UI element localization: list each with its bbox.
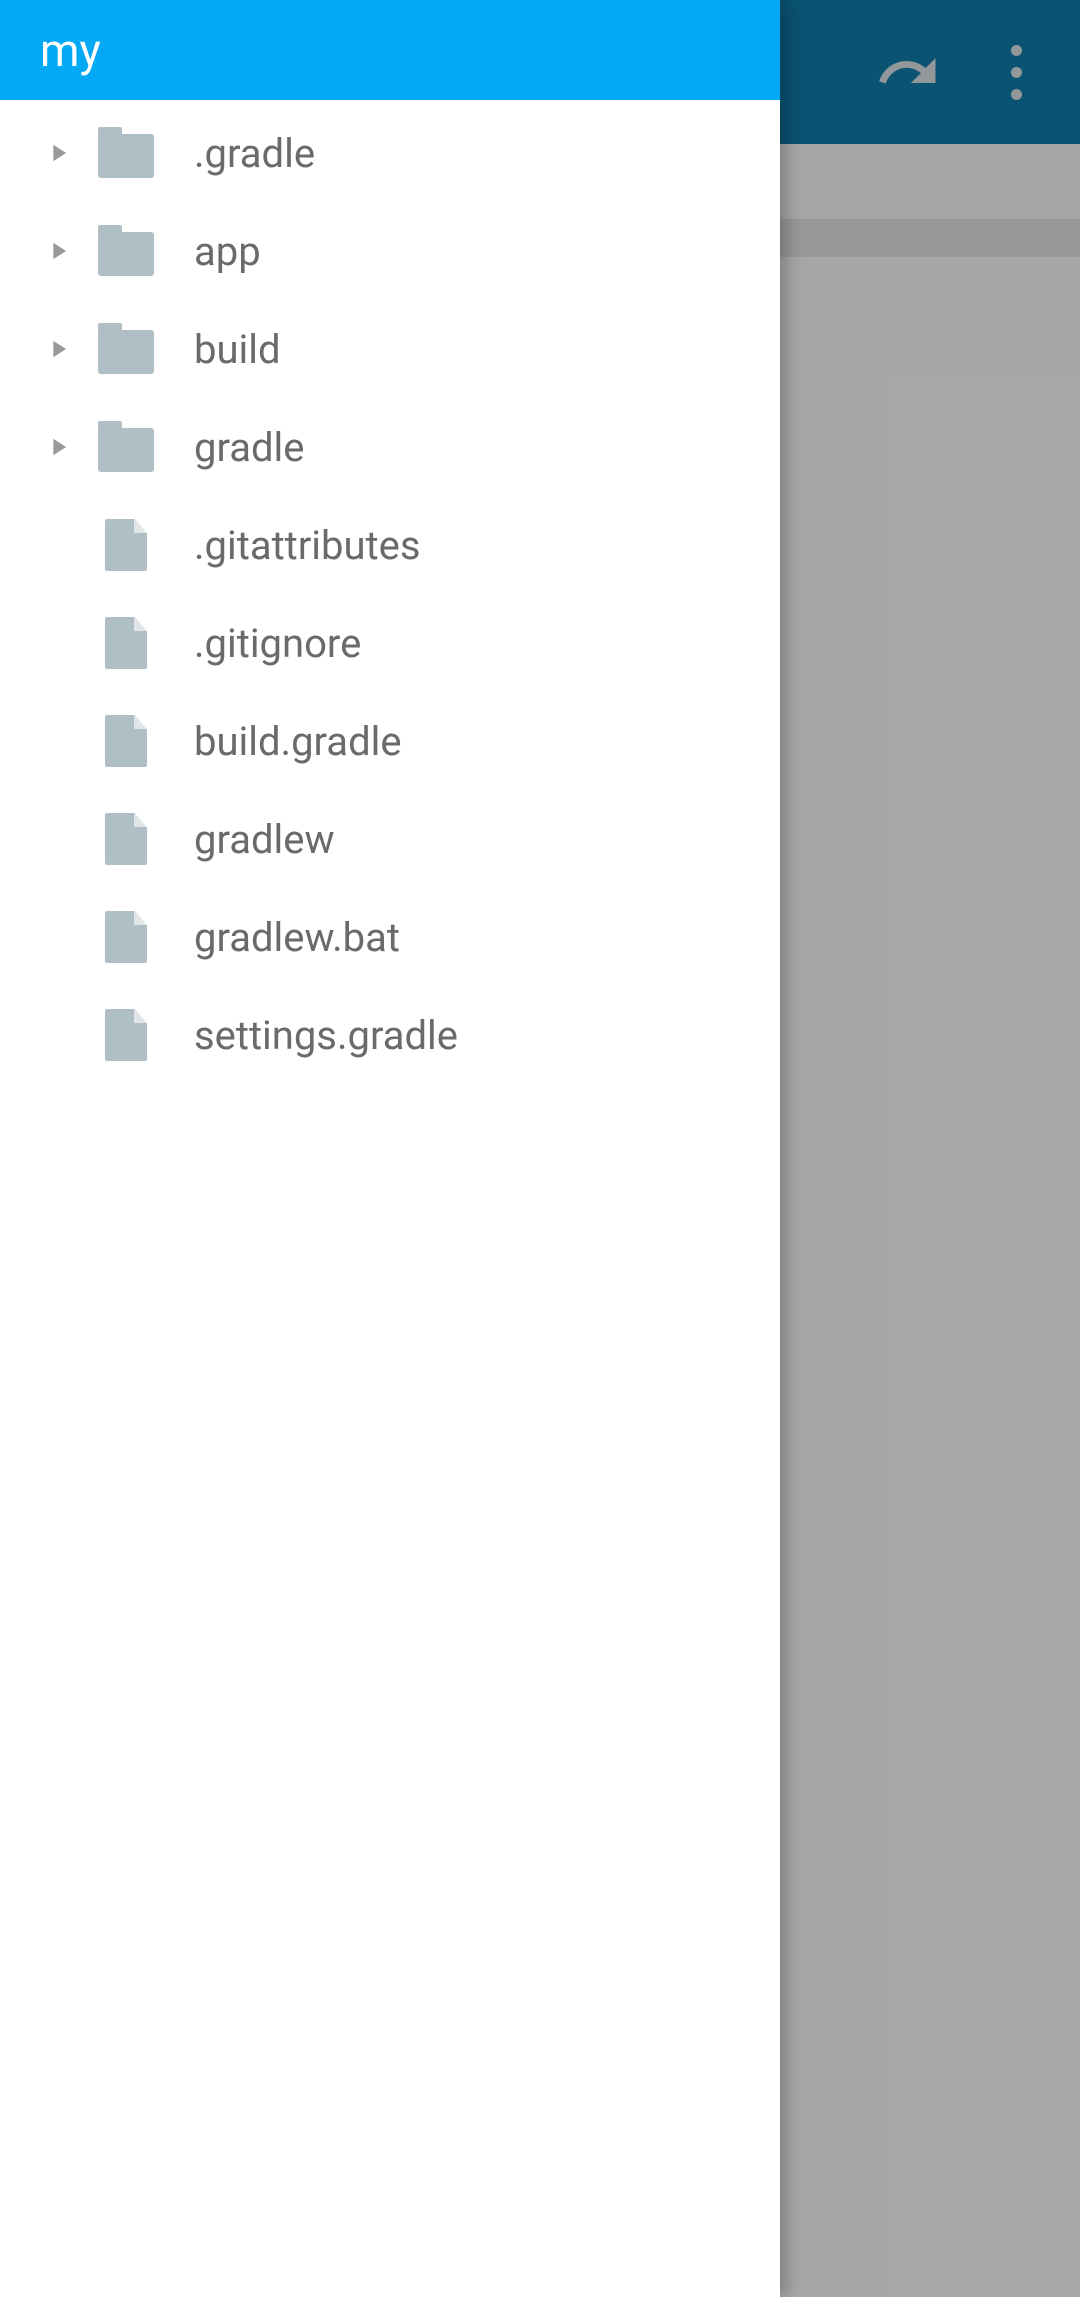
drawer-title: my <box>40 24 101 77</box>
tree-file-item[interactable]: settings.gradle <box>0 986 780 1084</box>
tree-item-label: gradlew <box>166 816 335 863</box>
tree-file-item[interactable]: .gitignore <box>0 594 780 692</box>
file-icon <box>105 617 147 669</box>
tree-item-label: gradlew.bat <box>166 914 400 961</box>
tree-item-label: build <box>166 326 281 373</box>
tree-item-label: .gradle <box>166 130 315 177</box>
tree-item-label: settings.gradle <box>166 1012 458 1059</box>
folder-icon <box>98 134 154 178</box>
drawer-header: my <box>0 0 780 100</box>
tree-item-label: gradle <box>166 424 305 471</box>
tree-item-label: .gitattributes <box>166 522 420 569</box>
tree-file-item[interactable]: build.gradle <box>0 692 780 790</box>
expand-chevron-icon[interactable] <box>30 335 86 363</box>
redo-icon <box>875 39 941 105</box>
file-icon <box>105 911 147 963</box>
file-drawer: my .gradleappbuildgradle.gitattributes.g… <box>0 0 780 2297</box>
tree-item-label: .gitignore <box>166 620 361 667</box>
more-vert-icon <box>1011 45 1022 100</box>
tree-file-item[interactable]: gradlew.bat <box>0 888 780 986</box>
overflow-menu-button[interactable] <box>968 24 1064 120</box>
tree-file-item[interactable]: .gitattributes <box>0 496 780 594</box>
folder-icon <box>98 330 154 374</box>
file-icon <box>105 519 147 571</box>
file-icon <box>105 1009 147 1061</box>
folder-icon <box>98 232 154 276</box>
tree-item-label: build.gradle <box>166 718 402 765</box>
tree-folder-item[interactable]: .gradle <box>0 104 780 202</box>
tree-item-label: app <box>166 228 261 275</box>
redo-button[interactable] <box>860 24 956 120</box>
file-icon <box>105 813 147 865</box>
tree-folder-item[interactable]: build <box>0 300 780 398</box>
file-icon <box>105 715 147 767</box>
tree-folder-item[interactable]: app <box>0 202 780 300</box>
tree-folder-item[interactable]: gradle <box>0 398 780 496</box>
file-tree[interactable]: .gradle app build gradle .gitattributes .giti… <box>0 100 780 2297</box>
expand-chevron-icon[interactable] <box>30 139 86 167</box>
tree-file-item[interactable]: gradlew <box>0 790 780 888</box>
expand-chevron-icon[interactable] <box>30 237 86 265</box>
folder-icon <box>98 428 154 472</box>
expand-chevron-icon[interactable] <box>30 433 86 461</box>
